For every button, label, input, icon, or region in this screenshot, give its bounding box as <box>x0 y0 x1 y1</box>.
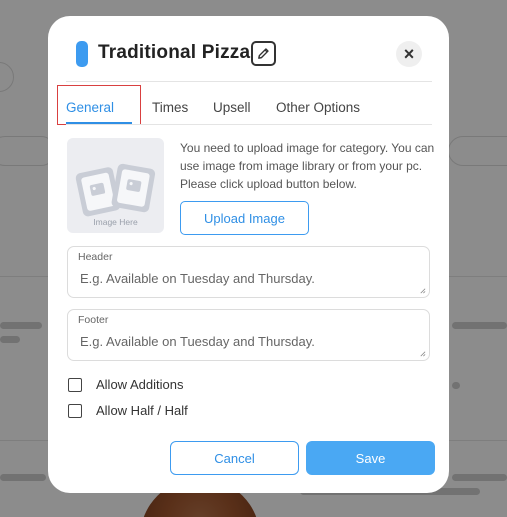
tab-upsell[interactable]: Upsell <box>213 100 251 115</box>
allow-half-half-option[interactable]: Allow Half / Half <box>68 403 188 418</box>
resize-handle-icon[interactable] <box>419 350 426 357</box>
image-placeholder-icon <box>75 163 156 217</box>
close-icon: × <box>403 44 415 64</box>
allow-half-half-label: Allow Half / Half <box>96 403 188 418</box>
tab-other-options[interactable]: Other Options <box>276 100 360 115</box>
tab-times[interactable]: Times <box>152 100 188 115</box>
edit-title-button[interactable] <box>251 41 276 66</box>
footer-field-label: Footer <box>78 314 109 326</box>
edit-category-modal: Traditional Pizza × General Times Upsell… <box>48 16 449 493</box>
header-field[interactable]: Header E.g. Available on Tuesday and Thu… <box>67 246 430 298</box>
allow-additions-option[interactable]: Allow Additions <box>68 377 183 392</box>
tabs-divider <box>66 124 432 125</box>
edit-icon <box>258 48 269 59</box>
tab-general[interactable]: General <box>66 100 114 115</box>
modal-title: Traditional Pizza <box>98 42 251 63</box>
image-placeholder-caption: Image Here <box>93 217 138 227</box>
allow-additions-label: Allow Additions <box>96 377 184 392</box>
cancel-button[interactable]: Cancel <box>170 441 299 475</box>
resize-handle-icon[interactable] <box>419 287 426 294</box>
upload-image-button[interactable]: Upload Image <box>180 201 309 235</box>
image-upload-description: You need to upload image for category. Y… <box>180 141 435 191</box>
close-button[interactable]: × <box>396 41 422 67</box>
allow-half-half-checkbox[interactable] <box>68 403 82 418</box>
footer-input-placeholder[interactable]: E.g. Available on Tuesday and Thursday. <box>80 334 315 349</box>
title-divider <box>66 81 432 82</box>
image-placeholder[interactable]: Image Here <box>67 138 164 233</box>
save-button[interactable]: Save <box>306 441 435 475</box>
header-field-label: Header <box>78 251 113 263</box>
title-accent-bar <box>76 41 88 67</box>
allow-additions-checkbox[interactable] <box>68 377 82 392</box>
footer-field[interactable]: Footer E.g. Available on Tuesday and Thu… <box>67 309 430 361</box>
header-input-placeholder[interactable]: E.g. Available on Tuesday and Thursday. <box>80 271 315 286</box>
